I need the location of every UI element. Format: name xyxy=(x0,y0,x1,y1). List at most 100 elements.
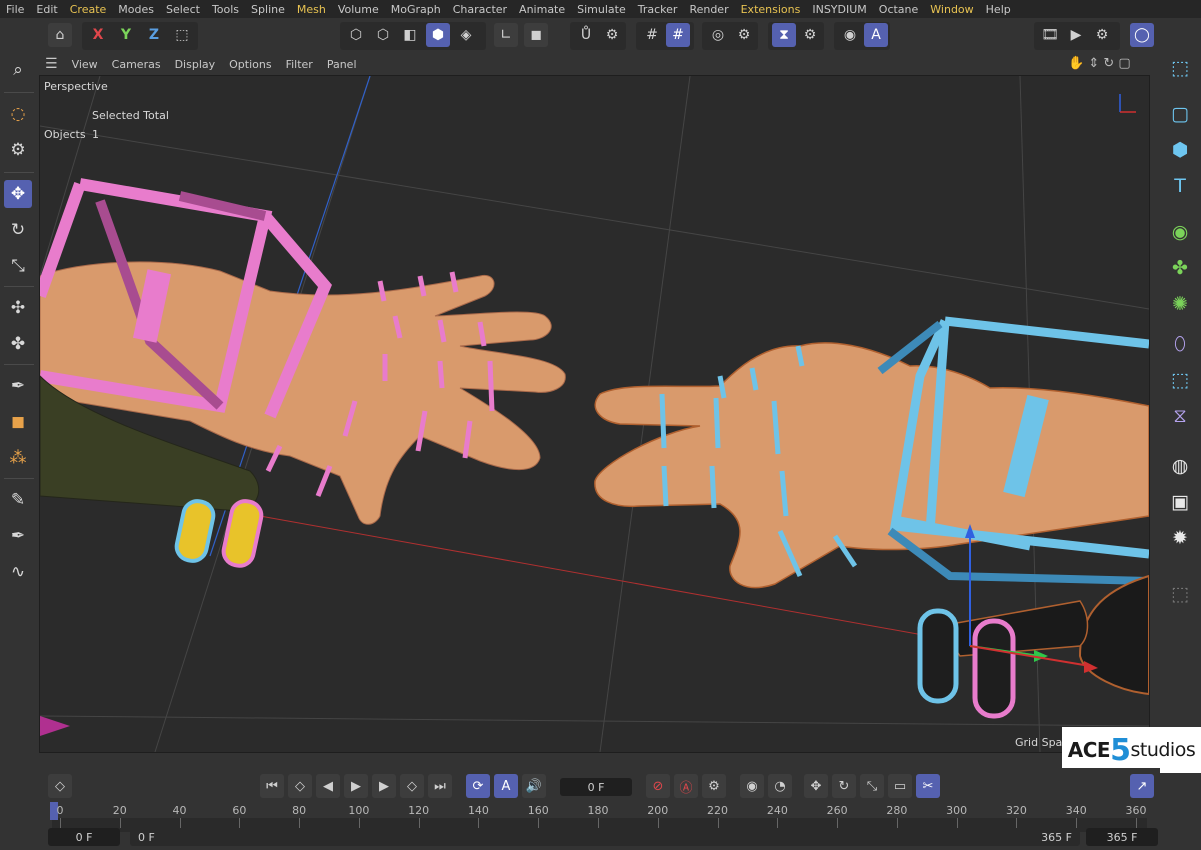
viewport-menu-options[interactable]: Options xyxy=(222,58,278,71)
auto-icon[interactable]: A xyxy=(864,23,888,47)
symmetry-icon[interactable]: ⧗ xyxy=(772,23,796,47)
z-axis-toggle[interactable]: Z xyxy=(142,23,166,47)
menu-spline[interactable]: Spline xyxy=(245,3,291,16)
bake-icon[interactable]: ◔ xyxy=(768,774,792,798)
spline-rectangle-icon[interactable]: ▢ xyxy=(1166,100,1194,128)
menu-octane[interactable]: Octane xyxy=(873,3,925,16)
cube-primitive-icon[interactable]: ◼ xyxy=(4,408,32,436)
3d-viewport[interactable]: Perspective Selected Total Objects 1 Gri… xyxy=(39,75,1150,753)
menu-character[interactable]: Character xyxy=(447,3,513,16)
live-selection-icon[interactable]: ◌ xyxy=(4,100,32,128)
settings-icon[interactable]: ⚙ xyxy=(732,23,756,47)
tool-settings-icon[interactable]: ⚙ xyxy=(4,136,32,164)
axis-mode-icon[interactable]: ∟ xyxy=(494,23,518,47)
null-object-icon[interactable]: ⬚ xyxy=(1166,54,1194,82)
menu-tools[interactable]: Tools xyxy=(206,3,245,16)
render-picture-viewer-icon[interactable]: ▶ xyxy=(1064,23,1088,47)
search-icon[interactable]: ⌕ xyxy=(4,56,32,84)
param-key-icon[interactable]: ▭ xyxy=(888,774,912,798)
undo-icon[interactable]: ⌂ xyxy=(48,23,72,47)
menu-volume[interactable]: Volume xyxy=(332,3,385,16)
cube-icon[interactable]: ⬢ xyxy=(1166,136,1194,164)
motion-record-icon[interactable]: ◉ xyxy=(740,774,764,798)
menu-insydium[interactable]: INSYDIUM xyxy=(806,3,872,16)
go-to-end-icon[interactable]: ⏭ xyxy=(428,774,452,798)
autokey-record-icon[interactable]: Ⓐ xyxy=(674,774,698,798)
menu-create[interactable]: Create xyxy=(64,3,113,16)
start-frame-field[interactable]: 0 F xyxy=(48,828,120,846)
uv-mode-icon[interactable]: ◈ xyxy=(454,23,478,47)
symmetry-settings-icon[interactable]: ⚙ xyxy=(798,23,822,47)
coordinate-system-icon[interactable]: ⬚ xyxy=(170,23,194,47)
workplane-icon[interactable]: # xyxy=(640,23,664,47)
x-axis-toggle[interactable]: X xyxy=(86,23,110,47)
sound-icon[interactable]: 🔊 xyxy=(522,774,546,798)
sculpt-tool-icon[interactable]: ✒ xyxy=(4,522,32,550)
menu-mograph[interactable]: MoGraph xyxy=(385,3,447,16)
auto-key-icon[interactable]: A xyxy=(494,774,518,798)
menu-window[interactable]: Window xyxy=(924,3,979,16)
menu-file[interactable]: File xyxy=(0,3,30,16)
move-tool-icon[interactable]: ✥ xyxy=(4,180,32,208)
pen-tool-icon[interactable]: ✒ xyxy=(4,372,32,400)
end-frame-field[interactable]: 365 F xyxy=(1086,828,1158,846)
previous-key-icon[interactable]: ◇ xyxy=(288,774,312,798)
record-icon[interactable]: ⊘ xyxy=(646,774,670,798)
keyframe-settings-icon[interactable]: ⚙ xyxy=(702,774,726,798)
viewport-menu-cameras[interactable]: Cameras xyxy=(105,58,168,71)
pla-key-icon[interactable]: ✂ xyxy=(916,774,940,798)
tag-icon[interactable]: ⬚ xyxy=(1166,580,1194,608)
snap-icon[interactable]: Ů xyxy=(574,23,598,47)
mograph-matrix-icon[interactable]: ◉ xyxy=(1166,218,1194,246)
spline-tool-icon[interactable]: ∿ xyxy=(4,558,32,586)
viewport-menu-view[interactable]: View xyxy=(65,58,105,71)
effector-icon[interactable]: ✺ xyxy=(1166,290,1194,318)
workplane-lock-icon[interactable]: # xyxy=(666,23,690,47)
menu-help[interactable]: Help xyxy=(980,3,1017,16)
menu-animate[interactable]: Animate xyxy=(513,3,571,16)
keyframe-icon[interactable]: ◇ xyxy=(48,774,72,798)
next-key-icon[interactable]: ◇ xyxy=(400,774,424,798)
snap-settings-icon[interactable]: ⚙ xyxy=(600,23,624,47)
text-icon[interactable]: T xyxy=(1166,172,1194,200)
current-frame-field[interactable]: 0 F xyxy=(560,778,632,796)
arrange-tool-icon[interactable]: ✤ xyxy=(4,330,32,358)
points-mode-icon[interactable]: ⬡ xyxy=(344,23,368,47)
environment-icon[interactable]: ◍ xyxy=(1166,452,1194,480)
eye-icon[interactable]: ◉ xyxy=(838,23,862,47)
next-frame-icon[interactable]: ▶ xyxy=(372,774,396,798)
viewport-nav-icons[interactable]: ✋ ⇕ ↻ ▢ xyxy=(1068,56,1131,71)
range-slider[interactable]: 0 F 365 F xyxy=(130,828,1080,846)
play-icon[interactable]: ▶ xyxy=(344,774,368,798)
menu-edit[interactable]: Edit xyxy=(30,3,63,16)
model-mode-icon[interactable]: ⬢ xyxy=(426,23,450,47)
viewport-menu-filter[interactable]: Filter xyxy=(279,58,320,71)
menu-simulate[interactable]: Simulate xyxy=(571,3,632,16)
layout-icon[interactable]: ◯ xyxy=(1130,23,1154,47)
menu-modes[interactable]: Modes xyxy=(112,3,160,16)
solo-icon[interactable]: ◼ xyxy=(524,23,548,47)
render-view-icon[interactable]: 🎞 xyxy=(1038,23,1062,47)
y-axis-toggle[interactable]: Y xyxy=(114,23,138,47)
move-key-icon[interactable]: ✥ xyxy=(804,774,828,798)
menu-extensions[interactable]: Extensions xyxy=(735,3,807,16)
mograph-cloner-icon[interactable]: ✤ xyxy=(1166,254,1194,282)
cloner-icon[interactable]: ⁂ xyxy=(4,444,32,472)
polygons-mode-icon[interactable]: ◧ xyxy=(398,23,422,47)
fcurve-icon[interactable]: ↗ xyxy=(1130,774,1154,798)
rotate-tool-icon[interactable]: ↻ xyxy=(4,216,32,244)
deformer-icon[interactable]: ⬯ xyxy=(1166,330,1194,358)
render-settings-icon[interactable]: ⚙ xyxy=(1090,23,1114,47)
viewport-menu-display[interactable]: Display xyxy=(168,58,223,71)
light-icon[interactable]: ◎ xyxy=(706,23,730,47)
scale-key-icon[interactable]: ⤡ xyxy=(860,774,884,798)
rotate-key-icon[interactable]: ↻ xyxy=(832,774,856,798)
viewport-hamburger-icon[interactable]: ☰ xyxy=(38,56,65,72)
menu-tracker[interactable]: Tracker xyxy=(632,3,684,16)
menu-mesh[interactable]: Mesh xyxy=(291,3,332,16)
edges-mode-icon[interactable]: ⬡ xyxy=(371,23,395,47)
menu-render[interactable]: Render xyxy=(683,3,734,16)
brush-tool-icon[interactable]: ✎ xyxy=(4,486,32,514)
field-icon[interactable]: ⧖ xyxy=(1166,402,1194,430)
scale-tool-icon[interactable]: ⤡ xyxy=(4,252,32,280)
